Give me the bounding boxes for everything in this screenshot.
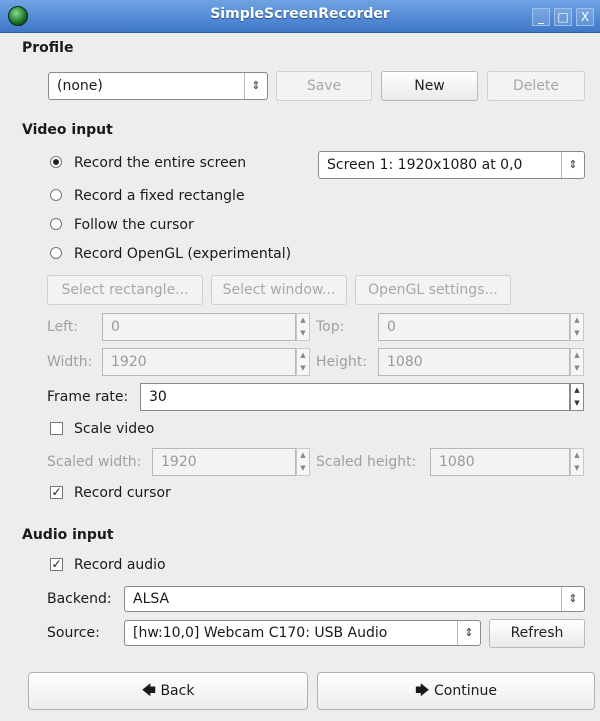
radio-follow-cursor-label: Follow the cursor [74, 217, 194, 233]
profile-heading: Profile [22, 40, 74, 56]
screen-select[interactable]: Screen 1: 1920x1080 at 0,0 ⇕ [318, 151, 585, 179]
back-button-label: Back [160, 683, 195, 699]
opengl-settings-button[interactable]: OpenGL settings... [355, 275, 511, 305]
close-button[interactable]: X [576, 8, 594, 26]
spin-down-icon: ▼ [574, 399, 580, 407]
radio-unselected-icon [50, 189, 62, 201]
spin-up-icon: ▲ [574, 386, 580, 394]
arrow-left-icon: 🡄 [141, 683, 156, 699]
scale-video-label: Scale video [74, 421, 155, 437]
profile-select[interactable]: (none) ⇕ [48, 72, 268, 100]
height-spinner[interactable]: ▲ ▼ [570, 348, 584, 376]
spin-down-icon: ▼ [300, 329, 306, 337]
save-profile-button[interactable]: Save [276, 71, 372, 101]
radio-unselected-icon [50, 218, 62, 230]
source-select-value: [hw:10,0] Webcam C170: USB Audio [133, 625, 388, 641]
spin-down-icon: ▼ [574, 464, 580, 472]
backend-select-value: ALSA [133, 591, 170, 607]
checkbox-checked-icon: ✓ [50, 485, 63, 499]
left-label: Left: [47, 319, 79, 335]
radio-selected-icon [50, 156, 62, 168]
backend-label: Backend: [47, 591, 112, 607]
video-input-heading: Video input [22, 122, 113, 138]
spin-up-icon: ▲ [300, 316, 306, 324]
chevron-updown-icon: ⇕ [244, 73, 267, 99]
checkbox-unchecked-icon [50, 422, 63, 435]
new-profile-button[interactable]: New [381, 71, 478, 101]
backend-select[interactable]: ALSA ⇕ [124, 586, 585, 612]
frame-rate-input[interactable]: 30 [140, 383, 570, 411]
spin-up-icon: ▲ [300, 351, 306, 359]
top-spinner[interactable]: ▲ ▼ [570, 313, 584, 341]
frame-rate-spinner[interactable]: ▲ ▼ [570, 383, 584, 411]
scaled-width-label: Scaled width: [47, 454, 142, 470]
spin-down-icon: ▼ [300, 464, 306, 472]
continue-button[interactable]: 🡆 Continue [317, 672, 595, 710]
minimize-button[interactable]: _ [532, 8, 550, 26]
scaled-width-input[interactable]: 1920 [152, 448, 296, 476]
spin-up-icon: ▲ [300, 451, 306, 459]
spin-up-icon: ▲ [574, 351, 580, 359]
back-button[interactable]: 🡄 Back [28, 672, 308, 710]
left-input[interactable]: 0 [102, 313, 296, 341]
top-label: Top: [316, 319, 345, 335]
screen-select-value: Screen 1: 1920x1080 at 0,0 [327, 157, 523, 173]
top-input[interactable]: 0 [378, 313, 570, 341]
chevron-updown-icon: ⇕ [561, 587, 584, 611]
frame-rate-label: Frame rate: [47, 389, 129, 405]
spin-up-icon: ▲ [574, 451, 580, 459]
width-spinner[interactable]: ▲ ▼ [296, 348, 310, 376]
checkbox-checked-icon: ✓ [50, 557, 63, 571]
select-rectangle-button[interactable]: Select rectangle... [47, 275, 203, 305]
chevron-updown-icon: ⇕ [457, 621, 480, 645]
radio-unselected-icon [50, 247, 62, 259]
source-label: Source: [47, 625, 100, 641]
maximize-button[interactable]: □ [554, 8, 572, 26]
app-window: SimpleScreenRecorder _ □ X Profile (none… [0, 0, 600, 721]
audio-input-heading: Audio input [22, 527, 114, 543]
record-audio-label: Record audio [74, 557, 166, 573]
spin-down-icon: ▼ [300, 364, 306, 372]
radio-fixed-rectangle-label: Record a fixed rectangle [74, 188, 245, 204]
chevron-updown-icon: ⇕ [561, 152, 584, 178]
width-input[interactable]: 1920 [102, 348, 296, 376]
profile-select-value: (none) [57, 78, 103, 94]
continue-button-label: Continue [433, 683, 497, 699]
delete-profile-button[interactable]: Delete [487, 71, 585, 101]
source-select[interactable]: [hw:10,0] Webcam C170: USB Audio ⇕ [124, 620, 481, 646]
scaled-width-spinner[interactable]: ▲ ▼ [296, 448, 310, 476]
scaled-height-spinner[interactable]: ▲ ▼ [570, 448, 584, 476]
spin-down-icon: ▼ [574, 364, 580, 372]
width-label: Width: [47, 354, 93, 370]
refresh-button[interactable]: Refresh [489, 619, 585, 648]
scaled-height-label: Scaled height: [316, 454, 417, 470]
radio-record-opengl-label: Record OpenGL (experimental) [74, 246, 292, 262]
spin-up-icon: ▲ [574, 316, 580, 324]
arrow-right-icon: 🡆 [415, 683, 430, 699]
left-spinner[interactable]: ▲ ▼ [296, 313, 310, 341]
height-label: Height: [316, 354, 367, 370]
spin-down-icon: ▼ [574, 329, 580, 337]
height-input[interactable]: 1080 [378, 348, 570, 376]
window-title: SimpleScreenRecorder [210, 6, 390, 22]
select-window-button[interactable]: Select window... [211, 275, 347, 305]
record-cursor-label: Record cursor [74, 485, 171, 501]
scaled-height-input[interactable]: 1080 [430, 448, 570, 476]
radio-entire-screen-label: Record the entire screen [74, 155, 247, 171]
title-bar: SimpleScreenRecorder _ □ X [0, 0, 600, 33]
